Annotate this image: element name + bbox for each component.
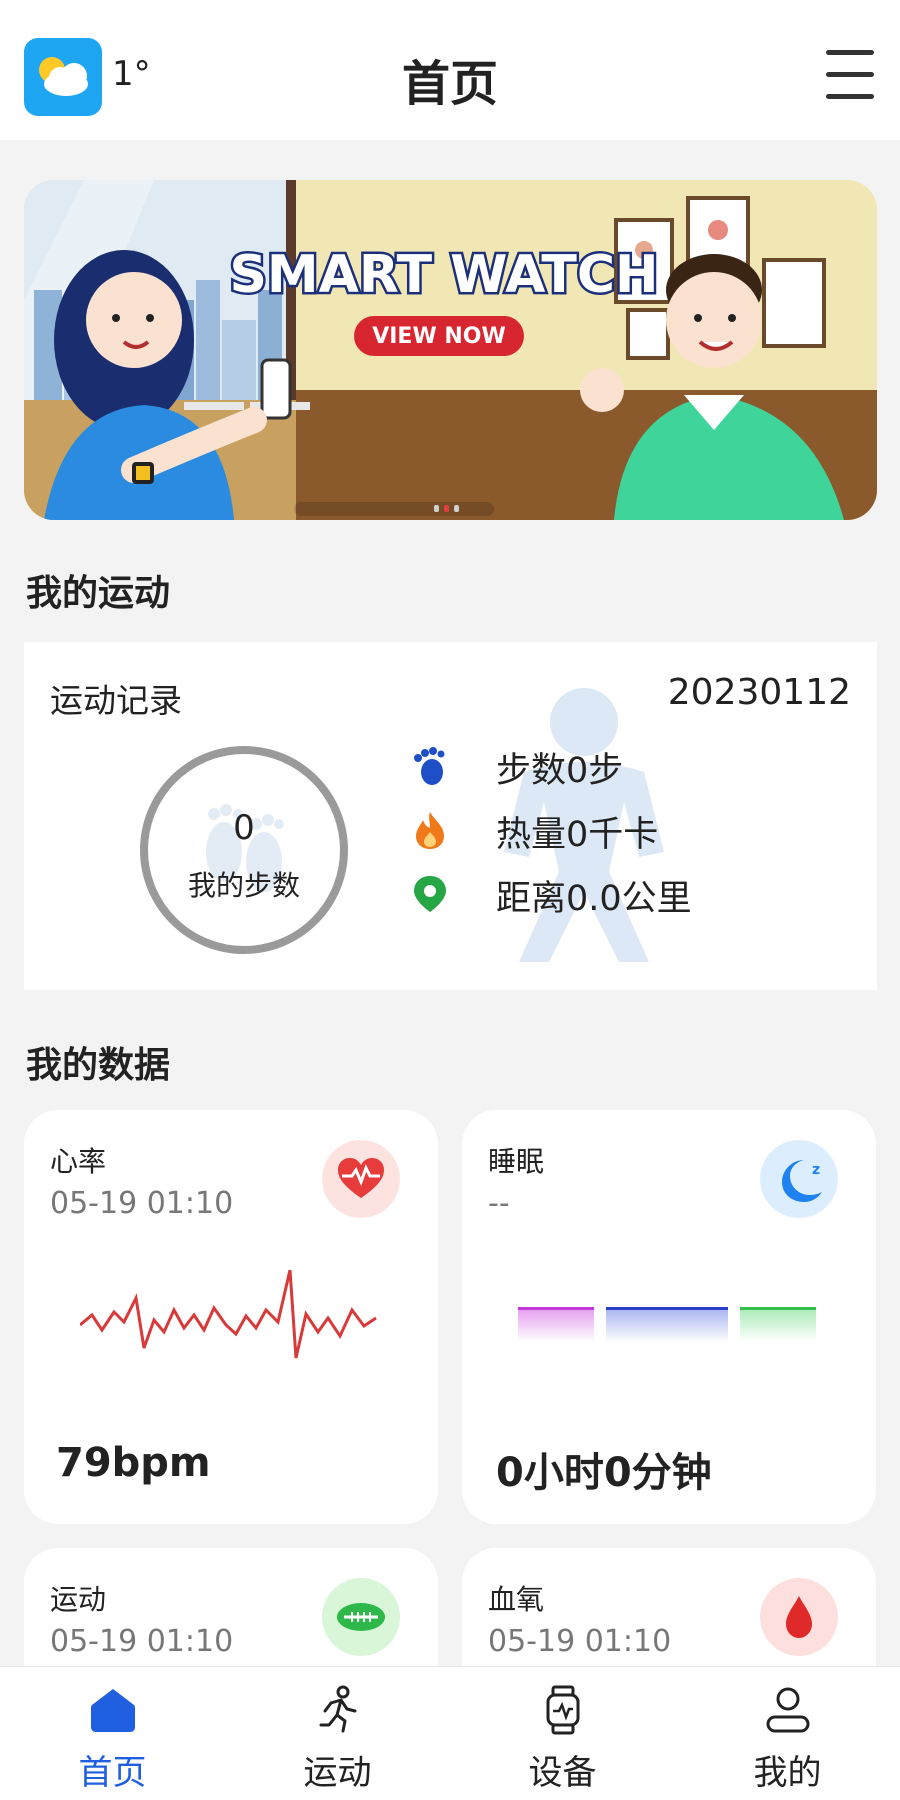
runner-icon — [319, 1685, 357, 1733]
banner-headline: SMART WATCH — [229, 245, 658, 305]
page-title: 首页 — [401, 56, 498, 112]
svg-text:z: z — [812, 1162, 820, 1178]
sleep-time: -- — [488, 1186, 510, 1221]
heart-rate-time: 05-19 01:10 — [50, 1186, 234, 1221]
sleep-card[interactable]: 睡眠 -- z 0小时0分钟 — [462, 1110, 876, 1524]
menu-icon[interactable] — [826, 50, 874, 102]
heart-rate-icon — [322, 1140, 400, 1218]
heart-rate-waveform — [80, 1270, 377, 1359]
sport-time: 05-19 01:10 — [50, 1624, 234, 1659]
sport-record-card[interactable]: 运动记录 20230112 0 我的步数 步数0步 热量0千卡 距离0.0公里 — [24, 642, 877, 990]
nav-sport[interactable]: 运动 — [225, 1667, 450, 1800]
record-title: 运动记录 — [50, 681, 182, 720]
user-icon — [766, 1687, 810, 1733]
stat-distance-text: 距离0.0公里 — [496, 879, 692, 919]
football-icon — [322, 1578, 400, 1656]
sleep-title: 睡眠 — [488, 1145, 545, 1178]
app-header: 1° 首页 — [0, 0, 900, 140]
steps-value: 0 — [233, 808, 255, 848]
steps-label: 我的步数 — [187, 869, 300, 902]
heart-rate-title: 心率 — [50, 1145, 107, 1178]
blood-oxygen-time: 05-19 01:10 — [488, 1624, 672, 1659]
footprints-icon — [414, 747, 445, 785]
location-pin-icon — [414, 876, 446, 912]
section-title-my-data: 我的数据 — [26, 1045, 171, 1086]
moon-sleep-icon: z — [760, 1140, 838, 1218]
stat-steps-text: 步数0步 — [496, 751, 624, 791]
watch-icon — [546, 1685, 580, 1735]
steps-ring: 0 我的步数 — [140, 746, 348, 954]
heart-rate-value: 79bpm — [56, 1440, 211, 1486]
bottom-nav: 首页 运动 设备 我的 — [0, 1666, 900, 1800]
promo-banner[interactable]: SMART WATCH VIEW NOW — [24, 180, 877, 520]
sleep-stage-bars — [518, 1307, 816, 1342]
flame-icon — [416, 812, 444, 849]
banner-cta: VIEW NOW — [372, 324, 506, 349]
heart-rate-card[interactable]: 心率 05-19 01:10 79bpm — [24, 1110, 438, 1524]
nav-home[interactable]: 首页 — [0, 1667, 225, 1800]
sleep-value: 0小时0分钟 — [496, 1450, 712, 1496]
nav-device-label: 设备 — [528, 1753, 597, 1793]
nav-mine-label: 我的 — [753, 1753, 822, 1793]
stat-calories-text: 热量0千卡 — [496, 815, 659, 855]
blood-oxygen-title: 血氧 — [488, 1583, 545, 1616]
home-icon — [91, 1689, 135, 1732]
nav-mine[interactable]: 我的 — [675, 1667, 900, 1800]
section-title-my-sport: 我的运动 — [26, 573, 171, 614]
nav-home-label: 首页 — [78, 1753, 147, 1793]
nav-sport-label: 运动 — [303, 1753, 372, 1793]
blood-drop-icon — [760, 1578, 838, 1656]
sport-title: 运动 — [50, 1583, 107, 1616]
nav-device[interactable]: 设备 — [450, 1667, 675, 1800]
